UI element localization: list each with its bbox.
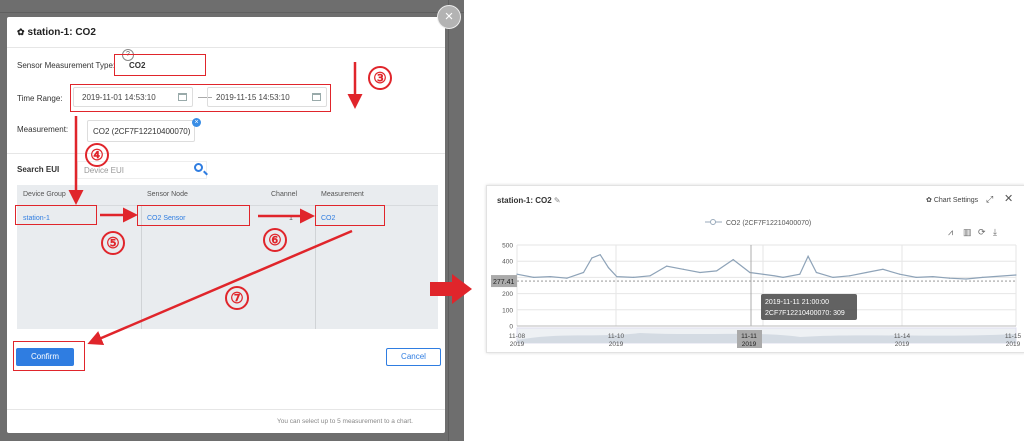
data-point — [774, 275, 776, 277]
data-point — [865, 271, 867, 274]
data-point — [516, 273, 518, 275]
data-point — [915, 276, 917, 278]
data-point — [732, 258, 734, 261]
data-point — [591, 257, 593, 259]
data-point — [749, 271, 751, 274]
data-point — [782, 276, 784, 278]
data-point — [549, 275, 551, 278]
data-point — [948, 277, 951, 279]
data-point — [649, 275, 651, 277]
data-point — [932, 275, 934, 278]
data-point — [566, 277, 568, 279]
x-tick-label: 2019 — [1006, 341, 1021, 348]
data-point — [815, 271, 818, 274]
data-point — [965, 278, 967, 280]
data-point — [716, 270, 718, 272]
data-point — [898, 273, 901, 275]
data-point — [599, 254, 601, 256]
x-tick-label: 11-10 — [608, 333, 625, 340]
y-tick-label: 100 — [502, 307, 513, 314]
data-point — [799, 273, 801, 275]
data-point — [616, 275, 618, 278]
data-point — [1015, 274, 1017, 276]
y-tick-label: 0 — [509, 324, 513, 331]
y-tick-label: 400 — [502, 259, 513, 266]
data-point — [699, 271, 701, 274]
x-tick-label: 2019 — [510, 341, 525, 348]
data-point — [832, 276, 834, 278]
data-point — [607, 267, 610, 269]
data-point — [882, 268, 884, 270]
cursor-x-label: 2019 — [742, 341, 757, 348]
legend-label: CO2 (2CF7F12210400070) — [726, 220, 811, 227]
data-point — [582, 271, 585, 274]
data-point — [632, 276, 635, 278]
data-point — [666, 265, 668, 267]
y-tick-label: 500 — [502, 243, 513, 250]
cursor-value-label: 277.41 — [493, 279, 515, 286]
cursor-x-label: 11-11 — [741, 333, 757, 340]
data-point — [849, 275, 851, 277]
x-tick-label: 11-08 — [509, 333, 526, 340]
co2-line-chart[interactable]: CO2 (2CF7F12210400070)010020030040050027… — [0, 0, 1024, 441]
x-tick-label: 11-14 — [894, 333, 911, 340]
x-tick-label: 2019 — [895, 341, 910, 348]
x-tick-label: 2019 — [609, 341, 624, 348]
legend-marker — [710, 219, 716, 225]
tooltip-line-1: 2019-11-11 21:00:00 — [765, 299, 829, 306]
data-point — [533, 276, 535, 278]
data-point — [807, 255, 809, 257]
data-point — [682, 268, 684, 270]
x-tick-label: 11-15 — [1005, 333, 1022, 340]
data-point — [982, 276, 984, 278]
tooltip-line-2: 2CF7F12210400070: 309 — [765, 310, 845, 317]
y-tick-label: 200 — [502, 291, 513, 298]
